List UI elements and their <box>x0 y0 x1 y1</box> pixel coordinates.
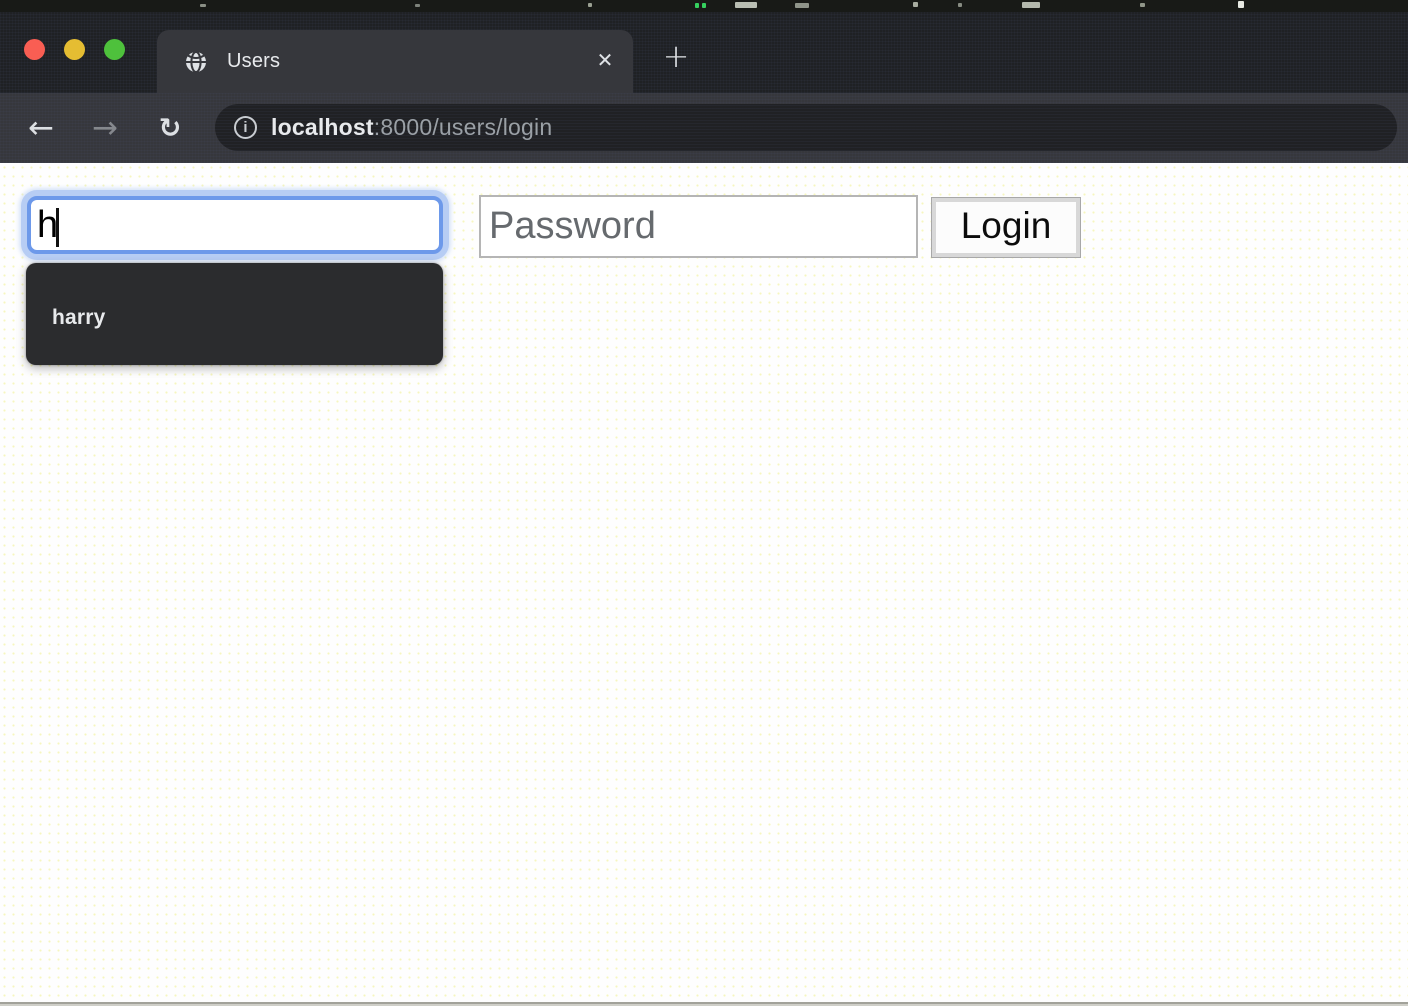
text-caret <box>56 208 59 247</box>
background-artifact <box>1022 2 1040 8</box>
plus-icon: + <box>662 37 690 75</box>
back-button[interactable]: ← <box>22 109 60 147</box>
background-artifact <box>200 4 206 7</box>
tab-users[interactable]: Users ✕ <box>157 30 633 93</box>
browser-toolbar: ← → ↻ i localhost:8000/users/login <box>0 93 1408 163</box>
url-text: localhost:8000/users/login <box>271 114 552 141</box>
back-icon: ← <box>28 109 54 146</box>
close-icon: ✕ <box>596 48 614 72</box>
background-artifact <box>415 4 420 7</box>
background-artifact <box>735 2 757 8</box>
background-artifact <box>795 3 809 8</box>
forward-button[interactable]: → <box>86 109 124 147</box>
background-window-strip <box>0 0 1408 12</box>
forward-icon: → <box>92 109 118 146</box>
address-bar[interactable]: i localhost:8000/users/login <box>215 104 1397 151</box>
password-input[interactable] <box>479 195 918 258</box>
reload-button[interactable]: ↻ <box>151 109 189 147</box>
zoom-window-button[interactable] <box>104 39 125 60</box>
page-content: harry Login <box>0 163 1408 1006</box>
background-artifact <box>702 3 706 8</box>
globe-icon <box>186 50 206 73</box>
background-artifact <box>913 2 918 7</box>
username-input[interactable] <box>27 196 443 254</box>
background-artifact <box>695 3 699 8</box>
url-host: localhost <box>271 114 374 140</box>
minimize-window-button[interactable] <box>64 39 85 60</box>
site-info-icon[interactable]: i <box>234 116 257 139</box>
window-controls <box>24 39 125 60</box>
background-artifact <box>958 3 962 7</box>
close-window-button[interactable] <box>24 39 45 60</box>
new-tab-button[interactable]: + <box>659 37 693 75</box>
background-artifact <box>1238 1 1244 8</box>
reload-icon: ↻ <box>158 112 182 144</box>
tab-close-button[interactable]: ✕ <box>589 44 621 76</box>
tab-bar: Users ✕ + <box>0 12 1408 93</box>
background-artifact <box>588 3 592 7</box>
autocomplete-dropdown: harry <box>26 263 443 365</box>
login-button[interactable]: Login <box>931 197 1081 258</box>
autocomplete-item[interactable]: harry <box>26 299 443 330</box>
tab-title: Users <box>227 50 281 72</box>
url-path: :8000/users/login <box>373 114 553 140</box>
background-artifact <box>1140 3 1145 7</box>
